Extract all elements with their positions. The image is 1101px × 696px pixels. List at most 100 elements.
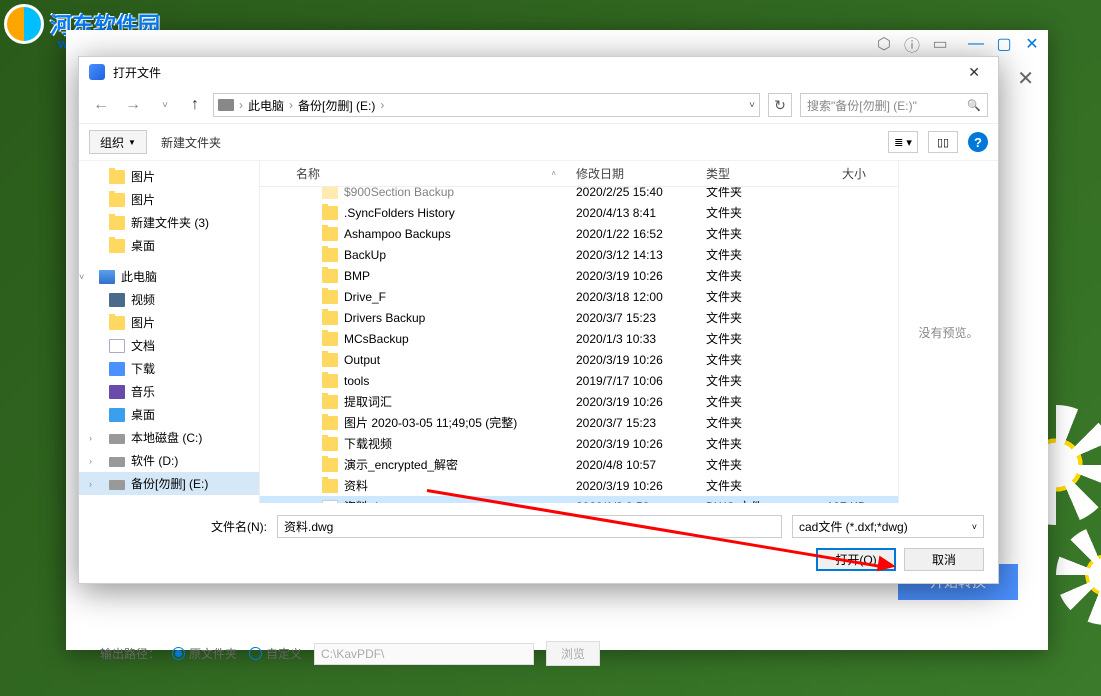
file-row[interactable]: .SyncFolders History2020/4/13 8:41文件夹 [260,202,898,223]
file-row[interactable]: Ashampoo Backups2020/1/22 16:52文件夹 [260,223,898,244]
folder-icon [322,374,338,388]
file-row[interactable]: 资料.dwg2020/1/2 9:53DWG 文件197 KB [260,496,898,503]
file-row[interactable]: tools2019/7/17 10:06文件夹 [260,370,898,391]
folder-icon [322,416,338,430]
doc-icon [109,339,125,353]
folder-icon [322,311,338,325]
file-row[interactable]: Output2020/3/19 10:26文件夹 [260,349,898,370]
folder-icon [109,316,125,330]
nav-item[interactable]: 下载 [79,357,259,380]
info-icon[interactable]: ⓘ [904,36,920,52]
file-filter-select[interactable]: cad文件 (*.dxf;*dwg)˅ [792,515,984,538]
dl-icon [109,362,125,376]
file-row[interactable]: BMP2020/3/19 10:26文件夹 [260,265,898,286]
nav-item[interactable]: 桌面 [79,234,259,257]
dialog-navbar: ← → ˅ ↑ › 此电脑 › 备份[勿删] (E:) › ˅ ↻ 搜索"备份[… [79,87,998,123]
radio-original-folder[interactable]: 原文件夹 [172,645,237,662]
folder-icon [322,332,338,346]
nav-item[interactable]: 文档 [79,334,259,357]
navigation-pane[interactable]: 图片图片新建文件夹 (3)桌面˅此电脑视频图片文档下载音乐桌面›本地磁盘 (C:… [79,161,259,503]
settings-hex-icon[interactable]: ⬡ [876,36,892,52]
output-path-field: C:\KavPDF\ [314,643,534,665]
file-row[interactable]: 下载视频2020/3/19 10:26文件夹 [260,433,898,454]
new-folder-button[interactable]: 新建文件夹 [161,134,221,151]
nav-back-icon[interactable]: ← [89,96,113,114]
breadcrumb-segment[interactable]: 此电脑 [248,97,284,114]
address-dropdown-icon[interactable]: ˅ [749,100,755,111]
column-size[interactable]: 大小 [796,165,876,182]
folder-icon [109,239,125,253]
refresh-button[interactable]: ↻ [768,93,792,117]
browse-button[interactable]: 浏览 [546,641,600,666]
nav-item[interactable]: ›本地磁盘 (C:) [79,426,259,449]
nav-item[interactable]: 新建文件夹 (3) [79,211,259,234]
folder-icon [322,248,338,262]
file-row[interactable]: 图片 2020-03-05 11;49;05 (完整)2020/3/7 15:2… [260,412,898,433]
file-row[interactable]: 演示_encrypted_解密2020/4/8 10:57文件夹 [260,454,898,475]
nav-this-pc[interactable]: ˅此电脑 [79,265,259,288]
disk-icon [109,480,125,490]
nav-item[interactable]: 音乐 [79,380,259,403]
file-row[interactable]: MCsBackup2020/1/3 10:33文件夹 [260,328,898,349]
file-row[interactable]: 资料2020/3/19 10:26文件夹 [260,475,898,496]
folder-icon [322,187,338,199]
maximize-icon[interactable]: ▢ [996,36,1012,52]
file-list[interactable]: $900Section Backup2020/2/25 15:40文件夹.Syn… [260,187,898,503]
nav-item[interactable]: 桌面 [79,403,259,426]
file-row[interactable]: BackUp2020/3/12 14:13文件夹 [260,244,898,265]
dialog-title: 打开文件 [113,64,960,81]
nav-item[interactable]: 图片 [79,188,259,211]
folder-icon [322,206,338,220]
nav-item[interactable]: ›备份[勿删] (E:) [79,472,259,495]
nav-recent-icon[interactable]: ˅ [153,100,177,111]
filename-input[interactable] [277,515,782,538]
folder-icon [322,353,338,367]
site-logo [4,4,44,44]
nav-item[interactable]: 图片 [79,311,259,334]
file-row[interactable]: $900Section Backup2020/2/25 15:40文件夹 [260,187,898,202]
disk-icon [109,457,125,467]
dialog-titlebar: 打开文件 ✕ [79,57,998,87]
output-label: 输出路径： [100,645,160,662]
filename-label: 文件名(N): [211,518,267,535]
preview-pane: 没有预览。 [898,161,998,503]
folder-icon [322,269,338,283]
output-path-row: 输出路径： 原文件夹 自定义 C:\KavPDF\ 浏览 [100,641,600,666]
nav-forward-icon: → [121,96,145,114]
pc-icon [99,270,115,284]
nav-up-icon[interactable]: ↑ [185,96,205,114]
column-date[interactable]: 修改日期 [566,165,696,182]
view-mode-button[interactable]: ≣ ▾ [888,131,918,153]
file-row[interactable]: Drive_F2020/3/18 12:00文件夹 [260,286,898,307]
app-icon [89,64,105,80]
file-list-pane: 名称˄ 修改日期 类型 大小 $900Section Backup2020/2/… [259,161,898,503]
open-button[interactable]: 打开(O) [816,548,896,571]
column-headers[interactable]: 名称˄ 修改日期 类型 大小 [260,161,898,187]
radio-custom-folder[interactable]: 自定义 [249,645,302,662]
preview-toggle-button[interactable]: ▯▯ [928,131,958,153]
close-icon[interactable]: ✕ [1024,36,1040,52]
help-icon[interactable]: ? [968,132,988,152]
address-bar[interactable]: › 此电脑 › 备份[勿删] (E:) › ˅ [213,93,760,117]
nav-item[interactable]: ›软件 (D:) [79,449,259,472]
column-type[interactable]: 类型 [696,165,796,182]
minimize-icon[interactable]: — [968,36,984,52]
nav-item[interactable]: 视频 [79,288,259,311]
nav-item[interactable]: 图片 [79,165,259,188]
organize-button[interactable]: 组织▼ [89,130,147,154]
file-row[interactable]: 提取词汇2020/3/19 10:26文件夹 [260,391,898,412]
open-file-dialog: 打开文件 ✕ ← → ˅ ↑ › 此电脑 › 备份[勿删] (E:) › ˅ ↻… [78,56,999,584]
breadcrumb-segment[interactable]: 备份[勿删] (E:) [298,97,375,114]
message-icon[interactable]: ▭ [932,36,948,52]
file-row[interactable]: Drivers Backup2020/3/7 15:23文件夹 [260,307,898,328]
dialog-footer: 文件名(N): cad文件 (*.dxf;*dwg)˅ 打开(O) 取消 [79,503,998,583]
disk-icon [109,434,125,444]
cancel-button[interactable]: 取消 [904,548,984,571]
folder-icon [322,395,338,409]
folder-icon [322,437,338,451]
column-name[interactable]: 名称˄ [286,165,566,182]
search-input[interactable]: 搜索"备份[勿删] (E:)" [800,93,988,117]
mus-icon [109,385,125,399]
inner-close-icon[interactable]: ✕ [1013,66,1038,91]
dialog-close-icon[interactable]: ✕ [960,60,988,85]
